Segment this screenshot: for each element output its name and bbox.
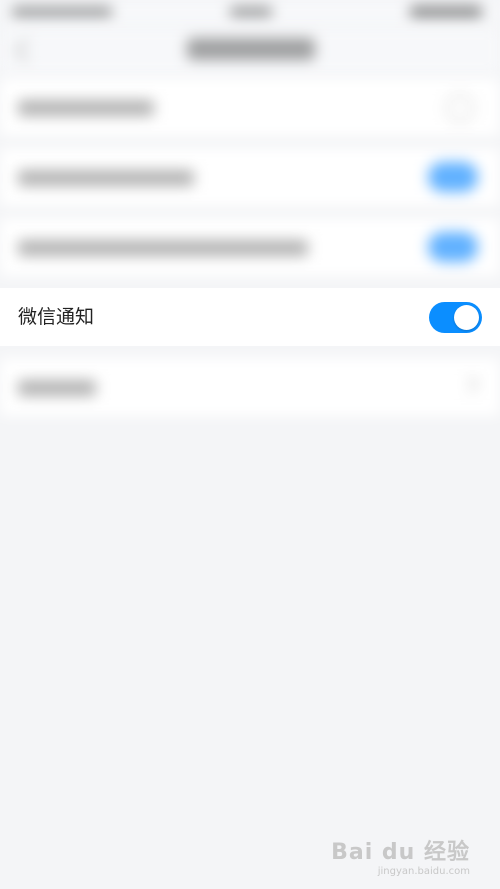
wechat-notification-label: 微信通知 <box>18 306 95 328</box>
toggle-switch[interactable] <box>428 232 478 262</box>
back-icon[interactable] <box>14 38 39 63</box>
carrier-signal <box>12 6 112 18</box>
toggle-switch[interactable] <box>428 162 478 192</box>
watermark-logo: Bai du 经验 <box>331 840 470 865</box>
row-label <box>18 170 194 186</box>
watermark: Bai du 经验 jingyan.baidu.com <box>331 834 470 877</box>
status-time <box>230 6 272 18</box>
row-label <box>18 100 154 116</box>
row-label <box>18 380 96 396</box>
chevron-right-icon <box>461 375 479 393</box>
wechat-notification-row[interactable]: 微信通知 <box>0 288 500 346</box>
row-label <box>18 240 308 256</box>
settings-row-2[interactable] <box>0 148 500 206</box>
watermark-url: jingyan.baidu.com <box>377 866 470 877</box>
status-bar <box>0 0 500 28</box>
nav-bar <box>0 28 500 74</box>
page-title <box>187 38 315 60</box>
battery-icon <box>410 5 482 19</box>
wechat-notification-toggle[interactable] <box>429 302 482 333</box>
settings-row-5[interactable] <box>0 358 500 416</box>
toggle-knob <box>454 305 479 330</box>
settings-row-1[interactable] <box>0 78 500 136</box>
settings-row-3[interactable] <box>0 218 500 276</box>
info-icon[interactable] <box>446 94 474 122</box>
